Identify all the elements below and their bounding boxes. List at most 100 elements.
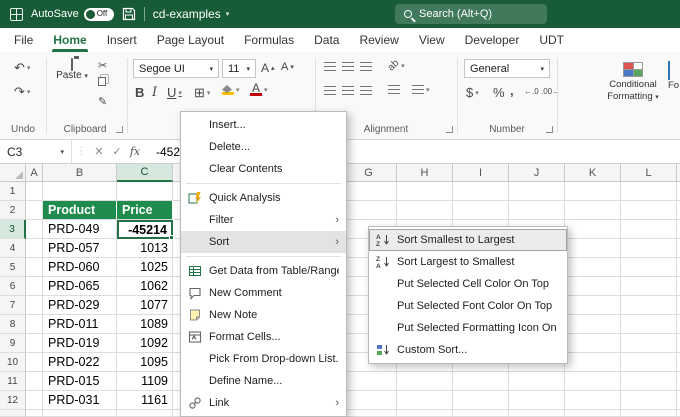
- autosave-toggle[interactable]: AutoSave Off: [31, 8, 114, 21]
- menu-item-clear-contents[interactable]: Clear Contents: [181, 158, 346, 180]
- tab-insert[interactable]: Insert: [97, 28, 147, 52]
- col-header-b[interactable]: B: [43, 164, 117, 182]
- cell-B4[interactable]: PRD-057: [43, 239, 117, 258]
- cell-B5[interactable]: PRD-060: [43, 258, 117, 277]
- cell-B2[interactable]: Product: [43, 201, 117, 220]
- row-header-10[interactable]: 10: [0, 353, 26, 372]
- cell[interactable]: [26, 296, 43, 315]
- font-color-button[interactable]: A▾: [250, 83, 268, 96]
- menu-item-get-data[interactable]: Get Data from Table/Range...: [181, 260, 346, 282]
- submenu-item-sort-smallest-to-largest[interactable]: AZ Sort Smallest to Largest: [369, 229, 567, 251]
- search-box[interactable]: Search (Alt+Q): [395, 4, 547, 24]
- save-icon[interactable]: [122, 7, 136, 21]
- col-header-i[interactable]: I: [453, 164, 509, 182]
- menu-item-link[interactable]: Link ›: [181, 392, 346, 414]
- percent-style-button[interactable]: %: [493, 85, 505, 100]
- tab-page-layout[interactable]: Page Layout: [147, 28, 234, 52]
- cell-C3[interactable]: -45214: [117, 220, 173, 239]
- menu-item-delete[interactable]: Delete...: [181, 136, 346, 158]
- cell[interactable]: [26, 182, 43, 201]
- col-header-j[interactable]: J: [509, 164, 565, 182]
- italic-button[interactable]: I: [152, 85, 157, 100]
- row-header-8[interactable]: 8: [0, 315, 26, 334]
- currency-format-button[interactable]: $▾: [466, 85, 479, 100]
- borders-button[interactable]: ⊞▾: [194, 85, 210, 101]
- col-header-l[interactable]: L: [621, 164, 677, 182]
- tab-udt[interactable]: UDT: [529, 28, 574, 52]
- row-header-7[interactable]: 7: [0, 296, 26, 315]
- row-header-11[interactable]: 11: [0, 372, 26, 391]
- submenu-item-put-font-color-on-top[interactable]: Put Selected Font Color On Top: [369, 295, 567, 317]
- cell-C6[interactable]: 1062: [117, 277, 173, 296]
- cell[interactable]: [26, 315, 43, 334]
- copy-button[interactable]: [98, 77, 106, 86]
- col-header-k[interactable]: K: [565, 164, 621, 182]
- select-all-corner[interactable]: [0, 164, 26, 182]
- cancel-button[interactable]: ✕: [90, 145, 108, 158]
- col-header-h[interactable]: H: [397, 164, 453, 182]
- cell[interactable]: [26, 258, 43, 277]
- cell-B11[interactable]: PRD-015: [43, 372, 117, 391]
- underline-button[interactable]: U▾: [167, 85, 182, 100]
- redo-button[interactable]: ↷▾: [14, 84, 30, 100]
- undo-button[interactable]: ↶▾: [14, 60, 30, 76]
- cell[interactable]: [43, 410, 117, 417]
- cell-C11[interactable]: 1109: [117, 372, 173, 391]
- conditional-formatting-button[interactable]: Conditional Formatting ▾: [598, 62, 668, 103]
- cell-C7[interactable]: 1077: [117, 296, 173, 315]
- number-dialog-launcher[interactable]: [546, 126, 553, 133]
- row-header-3[interactable]: 3: [0, 220, 26, 239]
- cell[interactable]: [117, 182, 173, 201]
- number-format-select[interactable]: General▾: [464, 59, 550, 78]
- filename-menu[interactable]: cd-examples ▾: [153, 7, 230, 21]
- submenu-item-custom-sort[interactable]: Custom Sort...: [369, 339, 567, 361]
- cell-C10[interactable]: 1095: [117, 353, 173, 372]
- align-center-button[interactable]: [342, 86, 354, 95]
- tab-review[interactable]: Review: [349, 28, 408, 52]
- shrink-font-button[interactable]: A▾: [281, 61, 294, 73]
- autosave-switch[interactable]: Off: [84, 8, 114, 21]
- cell-C5[interactable]: 1025: [117, 258, 173, 277]
- tab-formulas[interactable]: Formulas: [234, 28, 304, 52]
- align-left-button[interactable]: [324, 86, 336, 95]
- cell-C12[interactable]: 1161: [117, 391, 173, 410]
- cell-B3[interactable]: PRD-049: [43, 220, 117, 239]
- paste-button[interactable]: Paste ▾: [54, 59, 90, 81]
- cell[interactable]: [26, 201, 43, 220]
- wrap-text-button[interactable]: [388, 85, 400, 94]
- cell-B10[interactable]: PRD-022: [43, 353, 117, 372]
- submenu-item-put-formatting-icon-on-top[interactable]: Put Selected Formatting Icon On Top: [369, 317, 567, 339]
- grow-font-button[interactable]: A▴: [261, 61, 275, 75]
- merge-center-button[interactable]: ▾: [412, 85, 430, 94]
- col-header-g[interactable]: G: [341, 164, 397, 182]
- font-size-select[interactable]: 11▾: [222, 59, 256, 78]
- bold-button[interactable]: B: [135, 85, 144, 100]
- tab-developer[interactable]: Developer: [455, 28, 530, 52]
- row-header-1[interactable]: 1: [0, 182, 26, 201]
- row-header-4[interactable]: 4: [0, 239, 26, 258]
- cell-C9[interactable]: 1092: [117, 334, 173, 353]
- clipboard-dialog-launcher[interactable]: [116, 126, 123, 133]
- tab-home[interactable]: Home: [43, 28, 96, 52]
- format-as-table-button[interactable]: Fo: [668, 62, 680, 92]
- row-header-2[interactable]: 2: [0, 201, 26, 220]
- align-top-button[interactable]: [324, 62, 336, 71]
- cell[interactable]: [43, 182, 117, 201]
- cell[interactable]: [26, 277, 43, 296]
- comma-style-button[interactable]: ,: [510, 83, 514, 98]
- cell[interactable]: [26, 391, 43, 410]
- fill-handle[interactable]: [169, 235, 174, 240]
- insert-function-button[interactable]: fx: [126, 145, 144, 158]
- fill-color-button[interactable]: ▾: [222, 85, 240, 95]
- tab-file[interactable]: File: [4, 28, 43, 52]
- cell[interactable]: [26, 353, 43, 372]
- menu-item-quick-analysis[interactable]: Quick Analysis: [181, 187, 346, 209]
- alignment-dialog-launcher[interactable]: [446, 126, 453, 133]
- cell[interactable]: [26, 410, 43, 417]
- cell-C8[interactable]: 1089: [117, 315, 173, 334]
- cell[interactable]: [26, 334, 43, 353]
- tab-view[interactable]: View: [409, 28, 455, 52]
- menu-item-filter[interactable]: Filter ›: [181, 209, 346, 231]
- cell-C4[interactable]: 1013: [117, 239, 173, 258]
- tab-data[interactable]: Data: [304, 28, 349, 52]
